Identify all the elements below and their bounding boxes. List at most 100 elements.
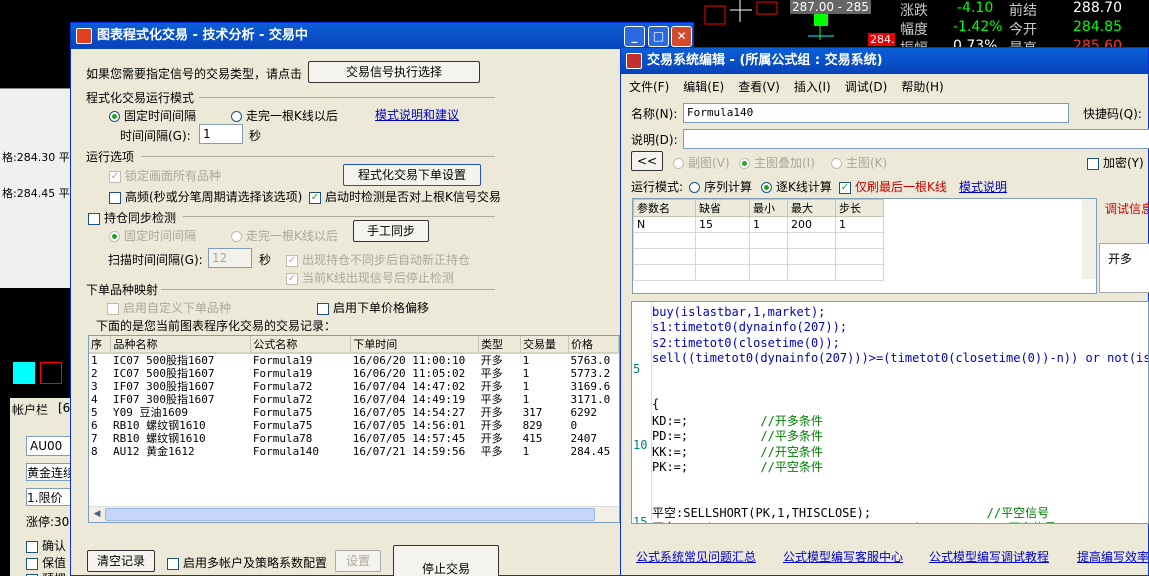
stop-detect-checkbox[interactable]: ✓ 当前K线出现信号后停止检测: [286, 269, 454, 286]
formula-name-input[interactable]: Formula140: [683, 103, 1069, 123]
confirm-checkbox[interactable]: 确认: [26, 537, 66, 554]
manual-sync-button[interactable]: 手工同步: [353, 220, 429, 242]
table-row[interactable]: 7 RB10 螺纹钢1610 Formula78 16/07/05 14:57:45 开…: [89, 432, 619, 445]
param-cell[interactable]: 15: [695, 216, 750, 233]
collapse-button[interactable]: <<: [631, 151, 663, 171]
settings-button[interactable]: 设置: [335, 550, 381, 572]
value-prev-settle: 288.70: [1073, 0, 1122, 16]
stop-trading-button[interactable]: 停止交易: [393, 545, 499, 576]
table-row[interactable]: 2 IC07 500股指1607 Formula19 16/06/20 11:05:0…: [89, 367, 619, 380]
code-text: KD:=;: [652, 414, 761, 429]
menu-edit[interactable]: 编辑(E): [683, 80, 724, 94]
menu-file[interactable]: 文件(F): [629, 80, 669, 94]
table-cell: Formula19: [252, 367, 313, 380]
detect-last-bar-checkbox[interactable]: ✓ 启动时检测是否对上根K信号交易: [309, 188, 501, 205]
mode-help-link[interactable]: 模式说明和建议: [375, 106, 459, 123]
signal-select-button[interactable]: 交易信号执行选择: [308, 61, 480, 83]
radio-subchart[interactable]: 副图(V): [673, 154, 730, 171]
lock-symbols-checkbox[interactable]: ✓ 锁定画面所有品种: [109, 167, 221, 184]
close-button[interactable]: ✕: [671, 26, 692, 47]
support-link[interactable]: 公式模型编写客服中心: [783, 548, 903, 565]
table-cell: RB10 螺纹钢1610: [112, 419, 206, 432]
table-cell: 1: [522, 380, 530, 393]
menu-view[interactable]: 查看(V): [738, 80, 780, 94]
table-cell: Formula75: [252, 406, 313, 419]
mode-help-link[interactable]: 模式说明: [959, 178, 1007, 195]
price-offset-checkbox[interactable]: 启用下单价格偏移: [317, 299, 429, 316]
account-tab[interactable]: 帐户栏: [12, 401, 48, 418]
preset-checkbox[interactable]: 预埋: [26, 570, 66, 576]
minimize-button[interactable]: _: [624, 26, 645, 47]
column-header[interactable]: 价格: [568, 336, 619, 354]
custom-symbol-checkbox[interactable]: 启用自定义下单品种: [107, 299, 231, 316]
radio-overlay-label: 主图叠加(I): [754, 156, 815, 170]
param-scrollbar[interactable]: [1082, 199, 1096, 279]
table-cell: 16/07/04 14:49:19: [352, 393, 466, 406]
table-row[interactable]: 8 AU12 黄金1612 Formula140 16/07/21 14:59:56 平…: [89, 445, 619, 458]
order-settings-button[interactable]: 程式化交易下单设置: [343, 164, 481, 186]
table-cell: Formula78: [252, 432, 313, 445]
scan-interval-input[interactable]: 12: [208, 248, 252, 268]
position-sync-checkbox[interactable]: 持仓同步检测: [88, 209, 176, 226]
param-column-header: 缺省: [695, 199, 750, 217]
multi-account-checkbox[interactable]: 启用多帐户及策略系数配置: [167, 554, 327, 571]
table-cell: 1: [522, 445, 530, 458]
scroll-left-icon[interactable]: ◀: [91, 508, 103, 521]
radio-kline-label: 走完一根K线以后: [246, 109, 338, 123]
param-cell[interactable]: 1: [749, 216, 788, 233]
preset-label: 预埋: [42, 572, 66, 576]
radio-overlay[interactable]: 主图叠加(I): [739, 154, 815, 171]
radio-mainchart[interactable]: 主图(K): [831, 154, 887, 171]
radio-sequence[interactable]: 序列计算: [689, 178, 752, 195]
param-cell[interactable]: N: [633, 216, 696, 233]
table-cell: 3169.6: [570, 380, 611, 393]
table-cell: 8: [91, 445, 98, 458]
radio-fixed-interval[interactable]: 固定时间间隔: [109, 107, 196, 124]
last-bar-checkbox[interactable]: ✓ 仅刷最后一根K线: [839, 178, 947, 195]
column-header[interactable]: 公式名称: [250, 336, 352, 354]
table-cell: Formula19: [252, 354, 313, 367]
auto-correct-checkbox[interactable]: ✓ 出现持仓不同步后自动新正持仓: [286, 251, 470, 268]
open-long-button[interactable]: 开多: [1099, 243, 1149, 293]
param-cell[interactable]: 200: [787, 216, 836, 233]
table-cell: 平多: [480, 367, 503, 380]
description-input[interactable]: [683, 129, 1149, 149]
radio-after-kline[interactable]: 走完一根K线以后: [231, 107, 338, 124]
table-row[interactable]: 6 RB10 螺纹钢1610 Formula75 16/07/05 14:56:01 开…: [89, 419, 619, 432]
menu-insert[interactable]: 插入(I): [794, 80, 831, 94]
divider: [199, 97, 495, 98]
efficiency-link[interactable]: 提高编写效率: [1077, 548, 1149, 565]
column-header[interactable]: 序: [89, 336, 112, 354]
hedge-checkbox[interactable]: 保值: [26, 554, 66, 571]
code-editor[interactable]: 5 10 15 buy(islastbar,1,market); s1:timet…: [631, 301, 1149, 524]
table-row[interactable]: 3 IF07 300股指1607 Formula72 16/07/04 14:47:0…: [89, 380, 619, 393]
table-cell: 2: [91, 367, 98, 380]
sync-radio-fixed[interactable]: 固定时间间隔: [109, 227, 196, 244]
encrypt-checkbox[interactable]: 加密(Y): [1087, 154, 1144, 171]
high-frequency-checkbox[interactable]: 高频(秒或分笔周期请选择该选项): [109, 188, 302, 205]
param-row[interactable]: N 15 1 200 1: [633, 216, 884, 233]
clear-records-button[interactable]: 清空记录: [87, 550, 155, 572]
table-row[interactable]: 1 IC07 500股指1607 Formula19 16/06/20 11:00:1…: [89, 353, 619, 367]
horizontal-scrollbar[interactable]: ◀: [89, 506, 619, 522]
param-cell[interactable]: 1: [835, 216, 884, 233]
tutorial-link[interactable]: 公式模型编写调试教程: [929, 548, 1049, 565]
radio-per-kline[interactable]: 逐K线计算: [761, 178, 832, 195]
table-cell: 5: [91, 406, 98, 419]
column-header[interactable]: 类型: [478, 336, 522, 354]
column-header[interactable]: 下单时间: [350, 336, 480, 354]
scroll-thumb[interactable]: [105, 508, 595, 521]
code-line: PK:=; //平空条件: [652, 458, 823, 475]
menu-debug[interactable]: 调试(D): [845, 80, 888, 94]
table-row[interactable]: 4 IF07 300股指1607 Formula72 16/07/04 14:49:1…: [89, 393, 619, 406]
table-row[interactable]: 5 Y09 豆油1609 Formula75 16/07/05 14:54:27 开多 3…: [89, 406, 619, 419]
sync-radio-kline[interactable]: 走完一根K线以后: [231, 227, 338, 244]
interval-input[interactable]: 1: [199, 124, 243, 144]
column-header[interactable]: 品种名称: [110, 336, 252, 354]
menu-help[interactable]: 帮助(H): [901, 80, 943, 94]
faq-link[interactable]: 公式系统常见问题汇总: [636, 548, 756, 565]
column-header[interactable]: 交易量: [520, 336, 569, 354]
code-comment: //开多信号: [994, 521, 1056, 523]
line-number-10: 10: [633, 438, 648, 452]
maximize-button[interactable]: □: [648, 26, 669, 47]
